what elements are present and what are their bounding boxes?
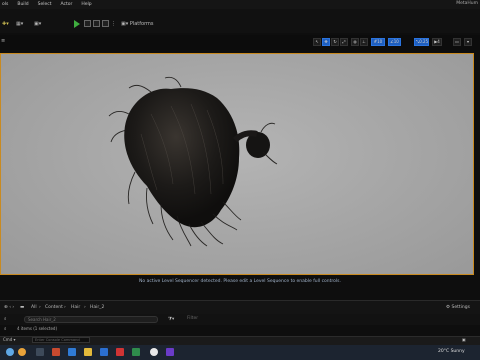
search-input[interactable]: Search Hair_2 — [24, 316, 158, 323]
search-icon: ⌕ — [4, 317, 7, 322]
cmd-dropdown[interactable]: Cmd ▾ — [3, 337, 16, 342]
breadcrumb-separator-icon: › — [64, 305, 66, 310]
menu-tools[interactable]: ols — [2, 2, 8, 7]
play-button[interactable] — [74, 20, 80, 28]
angle-snap-value: 10 — [393, 39, 399, 44]
scale-icon[interactable]: ⤢ — [340, 38, 348, 46]
level-viewport[interactable] — [0, 53, 474, 275]
camera-speed-value: 4 — [437, 39, 440, 44]
settings-button[interactable]: ⚙ Settings — [446, 305, 470, 310]
main-toolbar — [0, 9, 480, 33]
breadcrumb-content[interactable]: Content — [45, 305, 63, 310]
source-control-icon[interactable]: ▣ — [462, 337, 466, 342]
platforms-button[interactable]: ▣▾ Platforms — [121, 21, 154, 27]
item-count: 4 items (1 selected) — [17, 326, 58, 331]
file-explorer-icon[interactable] — [84, 348, 92, 356]
camera-speed-button[interactable]: ▶4 — [432, 38, 442, 46]
settings-icon[interactable]: ▾ — [464, 38, 472, 46]
window-title: MetaHum — [456, 1, 478, 6]
settings-label: Settings — [451, 305, 470, 310]
filter-label[interactable]: Filter — [187, 316, 198, 321]
console-command-input[interactable]: Enter Console Command — [32, 337, 90, 343]
search-icon: ⌕ — [4, 327, 7, 332]
weather-temperature: 20°C — [438, 349, 450, 354]
viewport-message: No active Level Sequencer detected. Plea… — [139, 279, 341, 284]
stop-button[interactable] — [93, 20, 100, 27]
viewport-menu-icon[interactable]: ≡ — [1, 38, 5, 44]
surface-snap-icon[interactable]: ⊥ — [360, 38, 368, 46]
mail-icon[interactable] — [100, 348, 108, 356]
menu-help[interactable]: Help — [81, 2, 91, 7]
breadcrumb-hair-2[interactable]: Hair_2 — [90, 305, 104, 310]
scale-snap-button[interactable]: ⤡0.25 — [414, 38, 429, 46]
breadcrumb-separator-icon: › — [84, 305, 86, 310]
pause-button[interactable] — [84, 20, 91, 27]
layout-icon[interactable]: ▭ — [453, 38, 461, 46]
grid-snap-value: 10 — [377, 39, 383, 44]
play-options-icon[interactable]: ⋮ — [111, 21, 116, 27]
windows-start-icon[interactable] — [6, 348, 14, 356]
store-app-icon[interactable] — [132, 348, 140, 356]
edge-browser-icon[interactable] — [68, 348, 76, 356]
adobe-app-icon[interactable] — [116, 348, 124, 356]
translate-icon[interactable]: ✥ — [322, 38, 330, 46]
menu-build[interactable]: Build — [17, 2, 28, 7]
add-actor-icon[interactable]: ✚▾ — [2, 21, 9, 27]
app-icon[interactable] — [166, 348, 174, 356]
eject-button[interactable] — [102, 20, 109, 27]
history-back-icon[interactable]: ⊕ ‹ › — [4, 305, 14, 310]
hair-model[interactable] — [1, 54, 474, 275]
scale-snap-value: 0.25 — [419, 39, 429, 44]
blueprint-icon[interactable]: ▦▾ — [16, 21, 23, 27]
menu-bar: ols Build Select Actor Help MetaHum — [0, 0, 480, 9]
office-app-icon[interactable] — [52, 348, 60, 356]
platforms-label: Platforms — [129, 21, 154, 27]
breadcrumb-all[interactable]: All — [31, 305, 37, 310]
grid-snap-button[interactable]: #10 — [371, 38, 385, 46]
filter-icon[interactable]: ⧩▾ — [168, 316, 174, 322]
cinematics-icon[interactable]: ▣▾ — [34, 21, 41, 27]
weather-text: Sunny — [450, 349, 465, 354]
select-mode-icon[interactable]: ↖ — [313, 38, 321, 46]
world-icon[interactable]: ◍ — [351, 38, 359, 46]
viewport-toolbar — [0, 35, 480, 50]
cmd-dropdown-label: Cmd — [3, 337, 13, 342]
weather-widget-icon[interactable] — [18, 348, 26, 356]
menu-select[interactable]: Select — [38, 2, 52, 7]
breadcrumb-hair[interactable]: Hair — [71, 305, 80, 310]
task-view-icon[interactable] — [36, 348, 44, 356]
angle-snap-button[interactable]: ∠10 — [388, 38, 401, 46]
menu-actor[interactable]: Actor — [61, 2, 73, 7]
rotate-icon[interactable]: ↻ — [331, 38, 339, 46]
folder-icon[interactable]: ▬ — [20, 305, 24, 310]
weather-status: 20°C Sunny — [438, 349, 465, 354]
unreal-engine-icon[interactable] — [150, 348, 158, 356]
breadcrumb-separator-icon: › — [39, 305, 41, 310]
